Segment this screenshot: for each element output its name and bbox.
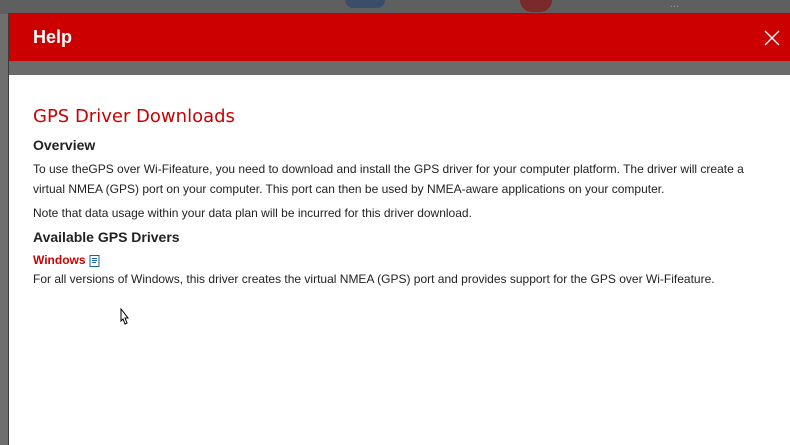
overview-text: To use theGPS over Wi-Fifeature, you nee… <box>33 162 744 196</box>
background-page: ... <box>0 0 790 14</box>
dialog-content: GPS Driver Downloads Overview To use the… <box>9 106 790 289</box>
download-file-icon[interactable] <box>89 254 101 267</box>
dialog-title: Help <box>33 27 73 47</box>
page-heading: GPS Driver Downloads <box>33 106 235 127</box>
help-dialog: Help GPS Driver Downloads Overview To us… <box>9 14 790 445</box>
pointer-cursor-icon <box>117 307 131 333</box>
windows-driver-description: For all versions of Windows, this driver… <box>33 272 715 286</box>
close-icon[interactable] <box>762 28 782 48</box>
drivers-heading: Available GPS Drivers <box>33 229 180 245</box>
note-text: Note that data usage within your data pl… <box>33 206 472 220</box>
windows-driver-row: Windows <box>33 253 766 267</box>
background-text: ... <box>670 0 680 10</box>
overview-heading: Overview <box>33 137 96 153</box>
windows-driver-link[interactable]: Windows <box>33 253 86 267</box>
background-shape <box>520 0 552 12</box>
dialog-titlebar: Help <box>9 14 790 61</box>
dialog-subbar <box>9 61 790 75</box>
background-shape <box>345 0 385 8</box>
